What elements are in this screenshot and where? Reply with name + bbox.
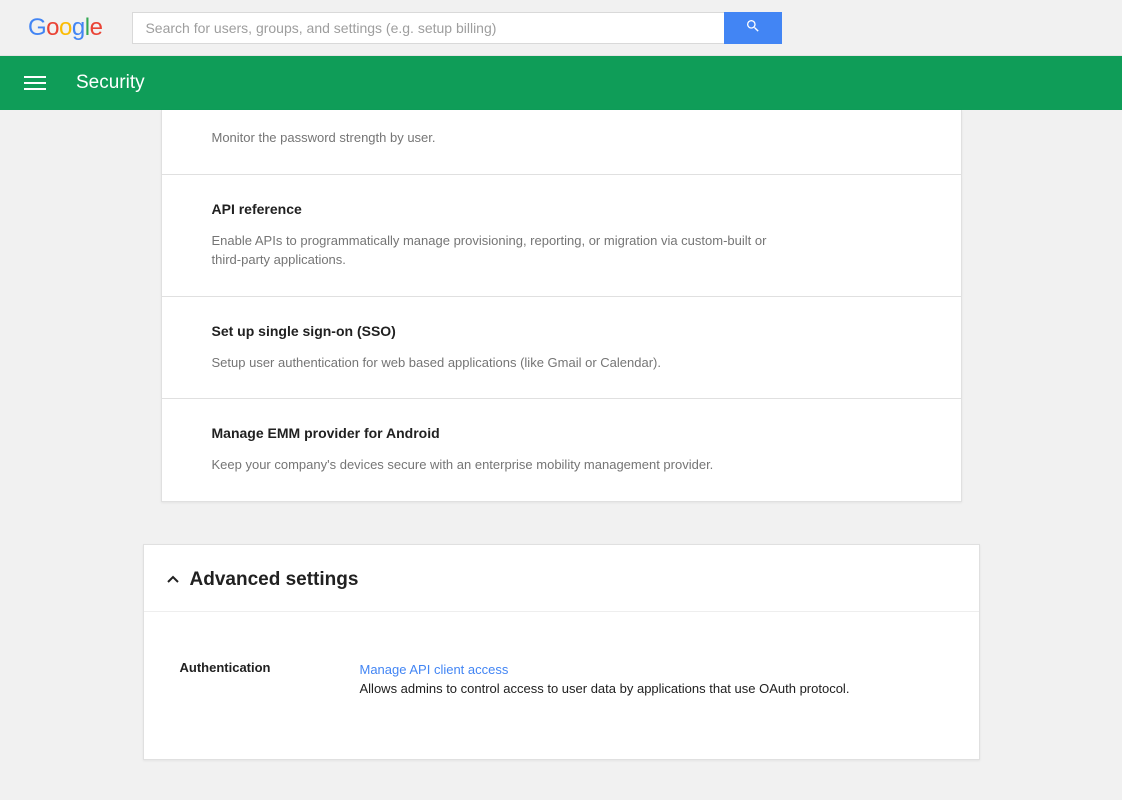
- card-title: Set up single sign-on (SSO): [212, 323, 911, 339]
- menu-button[interactable]: [24, 72, 46, 94]
- card-title: Manage EMM provider for Android: [212, 425, 911, 441]
- authentication-description: Allows admins to control access to user …: [360, 681, 850, 696]
- logo-char: o: [46, 14, 59, 42]
- card-description: Keep your company's devices secure with …: [212, 455, 772, 475]
- authentication-content: Manage API client access Allows admins t…: [360, 660, 850, 699]
- hamburger-icon: [24, 88, 46, 90]
- search-input[interactable]: [132, 12, 724, 44]
- advanced-settings-card: Advanced settings Authentication Manage …: [143, 544, 980, 760]
- card-body: API reference Enable APIs to programmati…: [162, 175, 961, 296]
- content-area: Monitor the password strength by user. A…: [0, 110, 1122, 800]
- search-bar: [132, 12, 782, 44]
- settings-card-emm-android[interactable]: Manage EMM provider for Android Keep you…: [161, 399, 962, 502]
- logo-char: g: [72, 14, 85, 42]
- card-description: Enable APIs to programmatically manage p…: [212, 231, 772, 270]
- security-settings-list: Monitor the password strength by user. A…: [161, 110, 962, 502]
- settings-card-sso[interactable]: Set up single sign-on (SSO) Setup user a…: [161, 297, 962, 400]
- google-logo[interactable]: G o o g l e: [28, 14, 102, 42]
- top-header: G o o g l e: [0, 0, 1122, 56]
- card-description: Monitor the password strength by user.: [212, 128, 772, 148]
- card-body: Manage EMM provider for Android Keep you…: [162, 399, 961, 501]
- card-body: Set up single sign-on (SSO) Setup user a…: [162, 297, 961, 399]
- settings-card-password-monitoring[interactable]: Monitor the password strength by user.: [161, 110, 962, 175]
- hamburger-icon: [24, 76, 46, 78]
- manage-api-client-access-link[interactable]: Manage API client access: [360, 662, 509, 677]
- card-body: Monitor the password strength by user.: [162, 110, 961, 174]
- advanced-settings-heading: Advanced settings: [190, 569, 359, 591]
- chevron-up-icon: [166, 573, 180, 587]
- page-title: Security: [76, 72, 145, 94]
- settings-card-api-reference[interactable]: API reference Enable APIs to programmati…: [161, 175, 962, 297]
- search-icon: [745, 18, 761, 37]
- card-description: Setup user authentication for web based …: [212, 353, 772, 373]
- logo-char: o: [59, 14, 72, 42]
- advanced-settings-toggle[interactable]: Advanced settings: [144, 545, 979, 612]
- logo-char: G: [28, 14, 46, 42]
- authentication-label: Authentication: [180, 660, 300, 699]
- search-button[interactable]: [724, 12, 782, 44]
- logo-char: e: [90, 14, 103, 42]
- nav-bar: Security: [0, 56, 1122, 110]
- card-title: API reference: [212, 201, 911, 217]
- advanced-settings-body: Authentication Manage API client access …: [144, 612, 979, 759]
- hamburger-icon: [24, 82, 46, 84]
